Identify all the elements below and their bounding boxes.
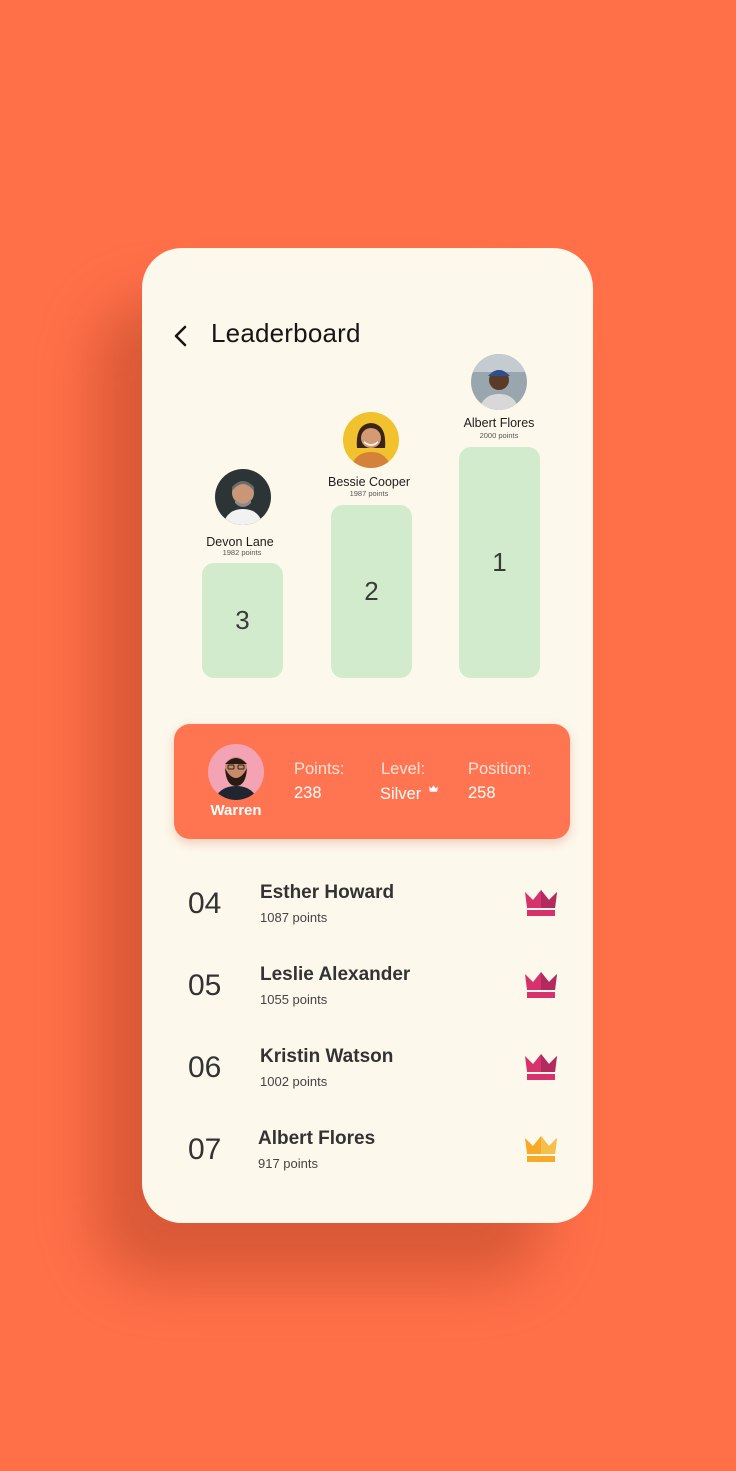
avatar-warren[interactable]	[208, 744, 264, 800]
pink-crown-icon	[525, 972, 557, 998]
podium-name-1: Albert Flores	[463, 416, 535, 430]
list-name: Albert Flores	[258, 1128, 376, 1149]
gold-crown-icon	[525, 1136, 557, 1162]
page-title: Leaderboard	[211, 318, 361, 348]
podium-bar-2: 2	[331, 505, 412, 678]
podium-points-1: 2000 points	[479, 431, 519, 440]
podium-bar-1: 1	[459, 447, 540, 678]
list-item[interactable]: 04 Esther Howard 1087 points	[142, 877, 593, 937]
list-name: Esther Howard	[260, 882, 395, 903]
list-name: Leslie Alexander	[260, 964, 411, 985]
list-points: 917 points	[258, 1156, 318, 1171]
list-points: 1087 points	[260, 910, 328, 925]
current-user-card[interactable]: Warren Points: 238 Level: Silver Positio…	[174, 724, 570, 839]
points-value: 238	[294, 784, 322, 802]
list-rank: 04	[188, 887, 222, 920]
level-crown-icon	[428, 785, 438, 792]
pink-crown-icon	[525, 890, 557, 916]
points-label: Points:	[294, 760, 345, 778]
position-label: Position:	[468, 760, 532, 778]
list-rank: 07	[188, 1133, 222, 1166]
podium-name-3: Devon Lane	[206, 535, 274, 549]
avatar-bessie-cooper[interactable]	[343, 412, 399, 468]
podium-points-3: 1982 points	[222, 548, 262, 557]
level-label: Level:	[381, 760, 426, 778]
podium-points-2: 1987 points	[349, 489, 389, 498]
podium-rank-1: 1	[492, 547, 507, 577]
pink-crown-icon	[525, 1054, 557, 1080]
list-item[interactable]: 05 Leslie Alexander 1055 points	[142, 959, 593, 1019]
list-rank: 05	[188, 969, 222, 1002]
list-item[interactable]: 06 Kristin Watson 1002 points	[142, 1041, 593, 1101]
podium-rank-2: 2	[364, 576, 379, 606]
avatar-devon-lane[interactable]	[215, 469, 271, 525]
podium-name-2: Bessie Cooper	[328, 475, 410, 489]
list-rank: 06	[188, 1051, 222, 1084]
leaderboard-screen: Leaderboard Devon Lane 1982 points 3 Bes…	[142, 248, 593, 1223]
avatar-albert-flores[interactable]	[471, 354, 527, 410]
list-name: Kristin Watson	[260, 1046, 394, 1067]
list-points: 1002 points	[260, 1074, 328, 1089]
current-user-name: Warren	[210, 802, 262, 819]
level-value: Silver	[380, 785, 438, 804]
podium-rank-3: 3	[235, 605, 250, 635]
podium-bar-3: 3	[202, 563, 283, 678]
level-value-text: Silver	[380, 785, 422, 803]
list-item[interactable]: 07 Albert Flores 917 points	[142, 1123, 593, 1183]
position-value: 258	[468, 784, 496, 802]
back-arrow-icon[interactable]	[170, 324, 194, 348]
list-points: 1055 points	[260, 992, 328, 1007]
